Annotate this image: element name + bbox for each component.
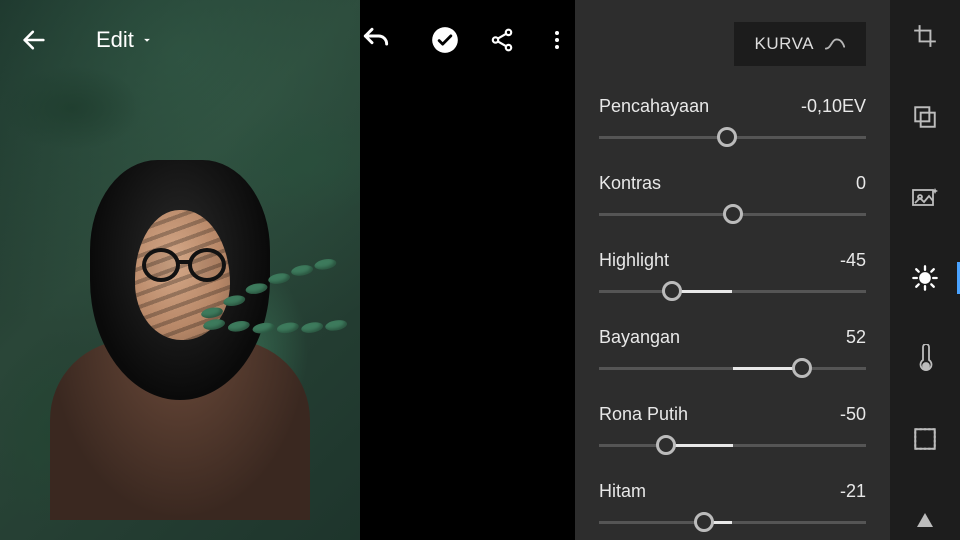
caret-down-icon (140, 33, 154, 47)
slider-value: -50 (840, 404, 866, 425)
slider-thumb[interactable] (723, 204, 743, 224)
image-preview[interactable]: Edit (0, 0, 360, 540)
undo-icon[interactable] (360, 24, 392, 56)
slider-row: Bayangan 52 (599, 327, 866, 378)
back-arrow-icon[interactable] (20, 26, 48, 54)
slider-thumb[interactable] (662, 281, 682, 301)
edit-label: Edit (96, 27, 134, 53)
slider-row: Pencahayaan -0,10EV (599, 96, 866, 147)
slider-track[interactable] (599, 204, 866, 224)
slider-label: Kontras (599, 173, 661, 194)
collapse-icon[interactable] (890, 499, 960, 540)
slider-row: Rona Putih -50 (599, 404, 866, 455)
more-vert-icon[interactable] (545, 28, 569, 52)
curves-button[interactable]: KURVA (734, 22, 866, 66)
slider-track[interactable] (599, 127, 866, 147)
slider-row: Hitam -21 (599, 481, 866, 532)
share-icon[interactable] (489, 27, 515, 53)
slider-label: Hitam (599, 481, 646, 502)
slider-thumb[interactable] (792, 358, 812, 378)
slider-value: -0,10EV (801, 96, 866, 117)
slider-thumb[interactable] (694, 512, 714, 532)
curve-icon (824, 35, 846, 53)
slider-label: Bayangan (599, 327, 680, 348)
slider-value: -45 (840, 250, 866, 271)
curves-button-label: KURVA (754, 34, 814, 54)
slider-row: Highlight -45 (599, 250, 866, 301)
slider-thumb[interactable] (717, 127, 737, 147)
crop-icon[interactable] (890, 16, 960, 57)
slider-track[interactable] (599, 512, 866, 532)
slider-track[interactable] (599, 435, 866, 455)
slider-list: Pencahayaan -0,10EV Kontras 0 Highlight -45 Ba… (599, 96, 866, 532)
slider-track[interactable] (599, 358, 866, 378)
slider-value: 52 (846, 327, 866, 348)
check-circle-icon[interactable] (431, 26, 459, 54)
slider-thumb[interactable] (656, 435, 676, 455)
auto-icon[interactable] (890, 177, 960, 218)
edit-dropdown[interactable]: Edit (96, 27, 154, 53)
presets-icon[interactable] (890, 97, 960, 138)
adjustment-panel: KURVA Pencahayaan -0,10EV Kontras 0 Highligh… (575, 0, 890, 540)
preview-header: Edit (0, 0, 360, 80)
tool-rail (890, 0, 960, 540)
vignette-icon[interactable] (890, 419, 960, 460)
app-root: Edit (0, 0, 960, 540)
slider-label: Pencahayaan (599, 96, 709, 117)
slider-value: -21 (840, 481, 866, 502)
slider-value: 0 (856, 173, 866, 194)
light-icon[interactable] (890, 258, 960, 299)
canvas-blackbar (360, 0, 575, 540)
slider-label: Rona Putih (599, 404, 688, 425)
color-temp-icon[interactable] (890, 338, 960, 379)
slider-row: Kontras 0 (599, 173, 866, 224)
slider-label: Highlight (599, 250, 669, 271)
slider-track[interactable] (599, 281, 866, 301)
top-actions (360, 0, 575, 80)
